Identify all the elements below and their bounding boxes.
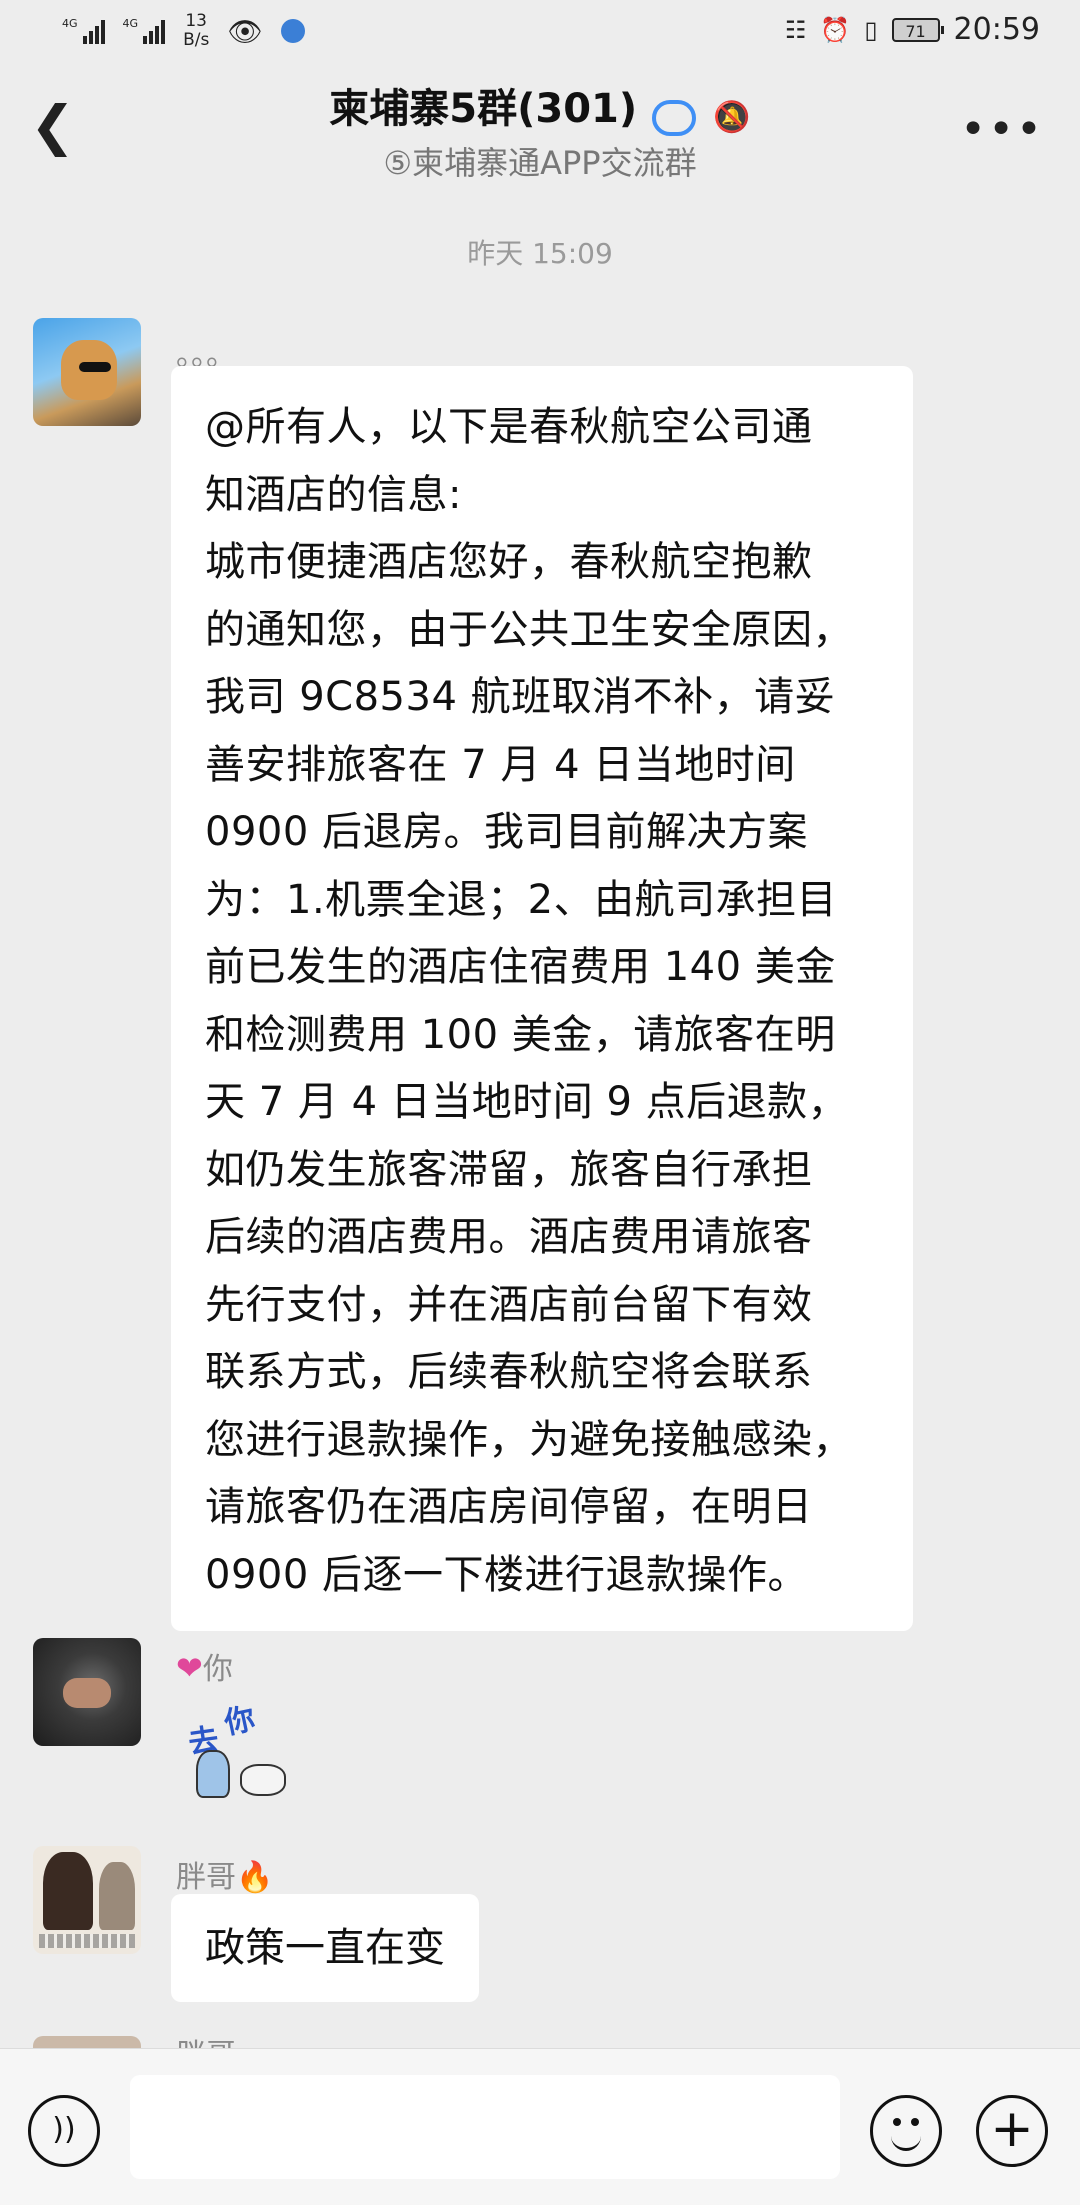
more-dots-icon[interactable]: ••• (960, 104, 1044, 155)
network-speed: 13 B/s (183, 12, 209, 50)
signal-icon-sim1: 4G (62, 18, 105, 44)
message-line: 善安排旅客在 7 月 4 日当地时间 (205, 741, 796, 788)
globe-icon (280, 19, 305, 43)
signal-icon-sim2: 4G (123, 18, 166, 44)
sender-name: 你 (202, 1652, 233, 1687)
voice-icon[interactable]: )) (28, 2095, 100, 2167)
alarm-icon: ⏰ (820, 15, 851, 44)
input-bar: )) + (0, 2048, 1080, 2205)
avatar[interactable] (33, 318, 141, 426)
plus-icon[interactable]: + (976, 2095, 1048, 2167)
chat-header: ❮ 柬埔寨5群(301) 🔕 ⑤柬埔寨通APP交流群 ••• (0, 66, 1080, 200)
sticker-text: 你 (221, 1701, 259, 1742)
vibrate-icon: ▯ (864, 15, 878, 44)
message-line: 城市便捷酒店您好，春秋航空抱歉 (205, 539, 813, 585)
mute-bell-icon: 🔕 (713, 100, 751, 135)
message-line: 0900 后退房。我司目前解决方案 (205, 809, 809, 855)
network-speed-value: 13 (185, 11, 207, 31)
message-line: 为：1.机票全退；2、由航司承担目 (205, 876, 838, 923)
battery-icon: 71 (891, 17, 944, 42)
message-line: 先行支付，并在酒店前台留下有效 (205, 1281, 813, 1328)
chat-title[interactable]: 柬埔寨5群(301) (329, 86, 637, 132)
message-line: 如仍发生旅客滞留，旅客自行承担 (205, 1146, 813, 1193)
message-input[interactable] (130, 2075, 840, 2179)
sender-name-row: 胖哥🔥 (176, 1852, 273, 1896)
avatar[interactable] (33, 1846, 141, 1954)
nfc-icon: ☷ (784, 15, 807, 44)
eye-icon: 👁 (227, 14, 263, 48)
sticker-image[interactable]: 你 去 (186, 1690, 308, 1808)
message-line: 联系方式，后续春秋航空将会联系 (205, 1349, 813, 1395)
avatar[interactable] (33, 1638, 141, 1746)
message-line: 天 7 月 4 日当地时间 9 点后退款， (205, 1079, 849, 1125)
message-line: 的通知您，由于公共卫生安全原因， (205, 606, 853, 653)
heart-icon: ❤ (176, 1649, 203, 1687)
message-line: 0900 后逐一下楼进行退款操作。 (205, 1551, 809, 1598)
message-line: 请旅客仍在酒店房间停留，在明日 (205, 1484, 813, 1530)
chat-timestamp: 昨天 15:09 (467, 237, 613, 270)
status-bar: 4G 4G 13 B/s 👁 ☷ ⏰ ▯ 71 20:59 (0, 0, 1080, 66)
network-speed-unit: B/s (183, 30, 210, 50)
chat-subtitle[interactable]: ⑤柬埔寨通APP交流群 (0, 138, 1080, 184)
sim1-label: 4G (62, 17, 78, 30)
message-line: 前已发生的酒店住宿费用 140 美金 (205, 944, 836, 990)
message-line: @所有人，以下是春秋航空公司通 (205, 404, 813, 450)
message-line: 和检测费用 100 美金，请旅客在明 (205, 1011, 836, 1058)
message-line: 后续的酒店费用。酒店费用请旅客 (205, 1214, 813, 1260)
message-line: 您进行退款操作，为避免接触感染， (205, 1416, 853, 1463)
sender-name: 胖哥 (176, 1860, 236, 1895)
fire-icon: 🔥 (236, 1860, 274, 1895)
sim2-label: 4G (122, 17, 139, 30)
status-time: 20:59 (953, 12, 1040, 47)
emoji-icon[interactable] (870, 2095, 942, 2167)
message-text: 政策一直在变 (205, 1925, 445, 1971)
message-line: 我司 9C8534 航班取消不补，请妥 (205, 674, 836, 720)
message-line: 知酒店的信息: (205, 471, 462, 518)
sender-name-row: ❤你 (176, 1644, 233, 1688)
verified-group-icon (652, 99, 697, 136)
message-bubble[interactable]: @所有人，以下是春秋航空公司通 知酒店的信息: 城市便捷酒店您好，春秋航空抱歉 … (171, 366, 913, 1631)
message-bubble[interactable]: 政策一直在变 (171, 1894, 479, 2002)
